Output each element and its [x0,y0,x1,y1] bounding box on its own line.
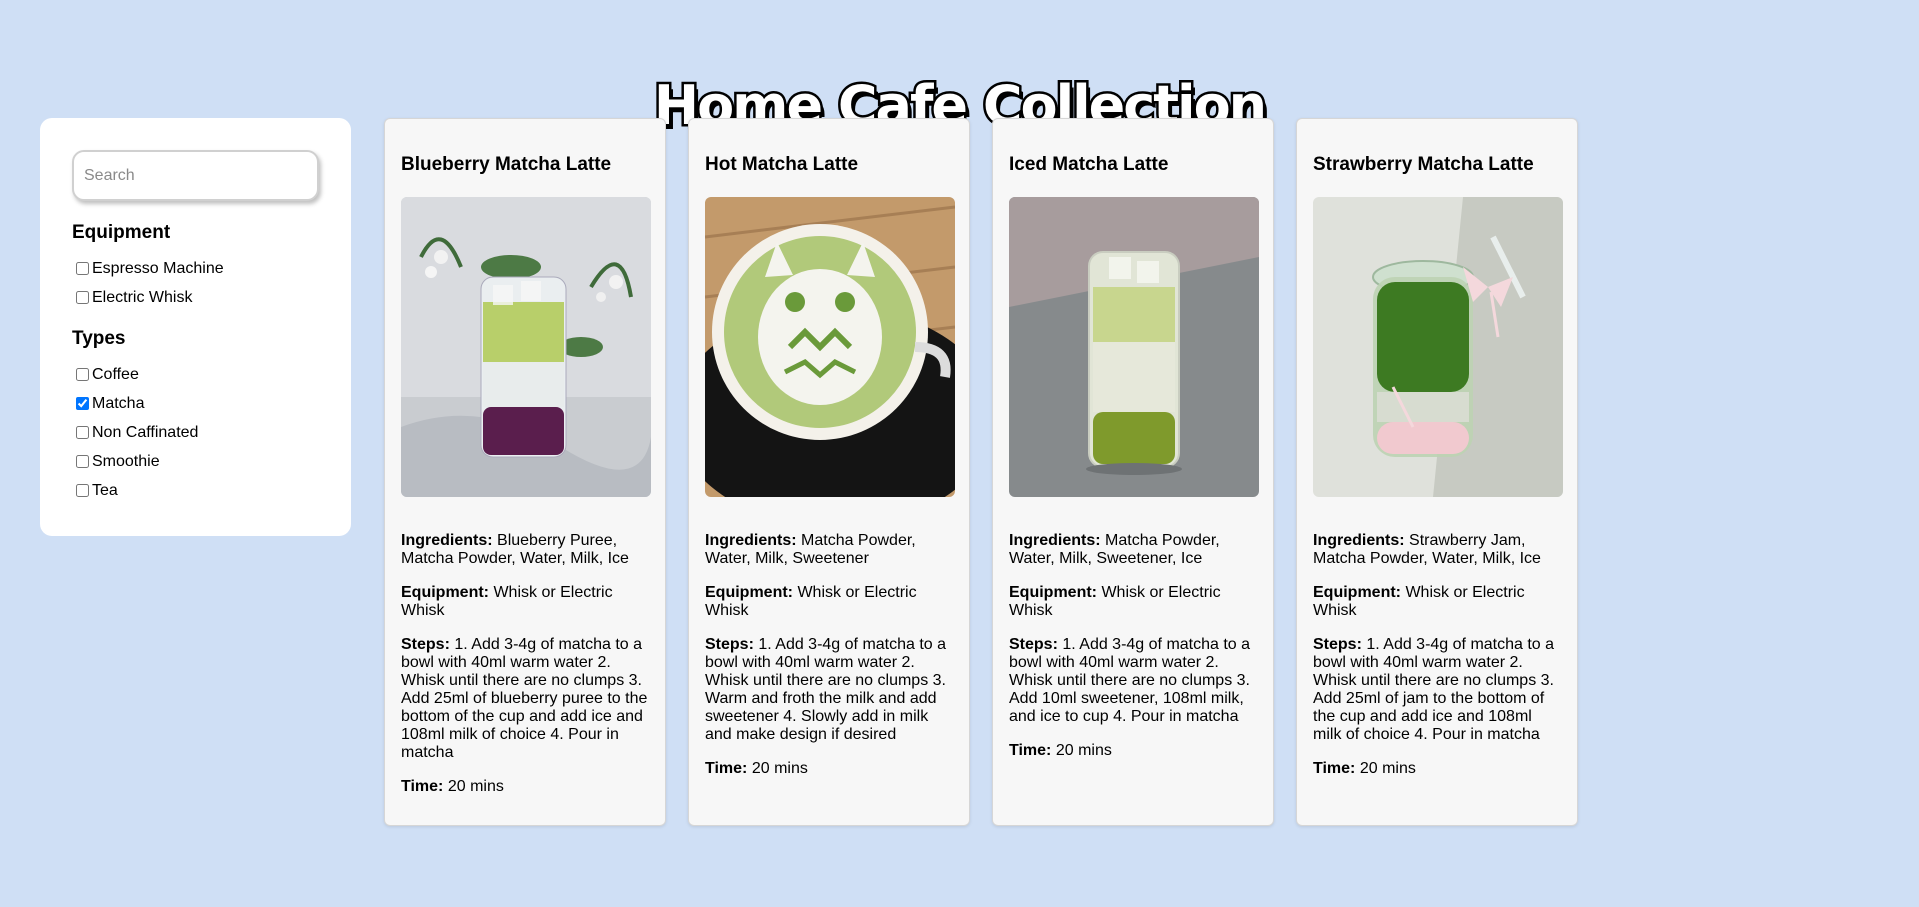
filter-option-espresso-machine[interactable]: Espresso Machine [72,254,319,283]
recipe-ingredients: Ingredients: Matcha Powder, Water, Milk,… [705,532,953,568]
electric-whisk-checkbox[interactable] [76,291,89,304]
strawberry-matcha-latte-photo [1313,197,1563,497]
hot-matcha-latte-photo [705,197,955,497]
steps-label: Steps: [705,636,754,653]
ingredients-label: Ingredients: [401,532,493,549]
equipment-label: Equipment: [1313,584,1401,601]
recipe-card-blueberry-matcha-latte[interactable]: Blueberry Matcha Latte Ingredients: Blue… [384,118,666,826]
espresso-machine-checkbox[interactable] [76,262,89,275]
filter-label: Electric Whisk [92,288,193,306]
recipe-steps: Steps: 1. Add 3-4g of matcha to a bowl w… [705,636,953,744]
matcha-checkbox[interactable] [76,397,89,410]
equipment-label: Equipment: [1009,584,1097,601]
recipe-steps: Steps: 1. Add 3-4g of matcha to a bowl w… [1313,636,1561,744]
recipe-title: Hot Matcha Latte [705,154,859,175]
steps-label: Steps: [401,636,450,653]
time-value: 20 mins [1055,742,1112,759]
time-label: Time: [401,778,444,795]
recipe-equipment: Equipment: Whisk or Electric Whisk [705,584,953,620]
time-value: 20 mins [751,760,808,777]
recipe-title: Iced Matcha Latte [1009,154,1169,175]
recipe-title: Strawberry Matcha Latte [1313,154,1534,175]
recipe-cards: Blueberry Matcha Latte Ingredients: Blue… [384,118,1600,826]
time-value: 20 mins [1359,760,1416,777]
non-caffinated-checkbox[interactable] [76,426,89,439]
iced-matcha-latte-photo [1009,197,1259,497]
filter-label: Coffee [92,365,139,383]
search-input[interactable] [72,150,319,201]
ingredients-label: Ingredients: [705,532,797,549]
recipe-card-iced-matcha-latte[interactable]: Iced Matcha Latte Ingredients: Matcha Po… [992,118,1274,826]
filter-label: Espresso Machine [92,259,224,277]
filter-sidebar: Equipment Espresso Machine Electric Whis… [40,118,351,536]
time-value: 20 mins [447,778,504,795]
steps-value: 1. Add 3-4g of matcha to a bowl with 40m… [401,636,648,761]
time-label: Time: [1313,760,1356,777]
filter-option-non-caffinated[interactable]: Non Caffinated [72,418,319,447]
filter-option-coffee[interactable]: Coffee [72,360,319,389]
filter-label: Non Caffinated [92,423,199,441]
recipe-ingredients: Ingredients: Matcha Powder, Water, Milk,… [1009,532,1257,568]
recipe-equipment: Equipment: Whisk or Electric Whisk [1009,584,1257,620]
coffee-checkbox[interactable] [76,368,89,381]
ingredients-label: Ingredients: [1009,532,1101,549]
recipe-steps: Steps: 1. Add 3-4g of matcha to a bowl w… [1009,636,1257,726]
filter-option-matcha[interactable]: Matcha [72,389,319,418]
recipe-title: Blueberry Matcha Latte [401,154,612,175]
recipe-card-hot-matcha-latte[interactable]: Hot Matcha Latte Ingredients: Matcha Pow… [688,118,970,826]
filter-label: Matcha [92,394,145,412]
steps-label: Steps: [1009,636,1058,653]
recipe-equipment: Equipment: Whisk or Electric Whisk [1313,584,1561,620]
filter-option-electric-whisk[interactable]: Electric Whisk [72,283,319,312]
ingredients-label: Ingredients: [1313,532,1405,549]
recipe-ingredients: Ingredients: Blueberry Puree, Matcha Pow… [401,532,649,568]
recipe-ingredients: Ingredients: Strawberry Jam, Matcha Powd… [1313,532,1561,568]
equipment-label: Equipment: [401,584,489,601]
types-heading: Types [72,328,126,349]
time-label: Time: [1009,742,1052,759]
time-label: Time: [705,760,748,777]
blueberry-matcha-latte-photo [401,197,651,497]
equipment-heading: Equipment [72,222,171,243]
recipe-time: Time: 20 mins [705,760,953,778]
recipe-card-strawberry-matcha-latte[interactable]: Strawberry Matcha Latte Ingredients: Str… [1296,118,1578,826]
recipe-equipment: Equipment: Whisk or Electric Whisk [401,584,649,620]
filter-label: Tea [92,481,118,499]
smoothie-checkbox[interactable] [76,455,89,468]
filter-option-tea[interactable]: Tea [72,476,319,505]
equipment-label: Equipment: [705,584,793,601]
recipe-steps: Steps: 1. Add 3-4g of matcha to a bowl w… [401,636,649,762]
tea-checkbox[interactable] [76,484,89,497]
recipe-time: Time: 20 mins [1009,742,1257,760]
recipe-time: Time: 20 mins [1313,760,1561,778]
recipe-time: Time: 20 mins [401,778,649,796]
filter-option-smoothie[interactable]: Smoothie [72,447,319,476]
steps-label: Steps: [1313,636,1362,653]
filter-label: Smoothie [92,452,160,470]
